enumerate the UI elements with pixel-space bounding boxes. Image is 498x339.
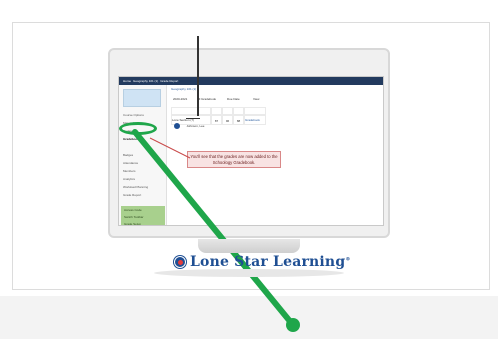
pointer-end-dot: [286, 318, 300, 332]
green-pointer-line: [132, 129, 296, 328]
monitor-stand-neck: [198, 239, 300, 253]
logo-mark-inner: [177, 259, 183, 265]
presentation-slide: Home Geography 101 (1) Grade Report Cour…: [0, 0, 498, 339]
logo-text: Lone Star Learning®: [190, 254, 351, 270]
logo-mark-icon: [174, 256, 186, 268]
monitor-stand-base: [154, 269, 344, 277]
trademark-symbol: ®: [345, 256, 351, 263]
pointer-stroke: [132, 129, 296, 328]
brand-name: Lone Star Learning: [190, 254, 346, 270]
lone-star-learning-logo: Lone Star Learning®: [174, 254, 351, 270]
